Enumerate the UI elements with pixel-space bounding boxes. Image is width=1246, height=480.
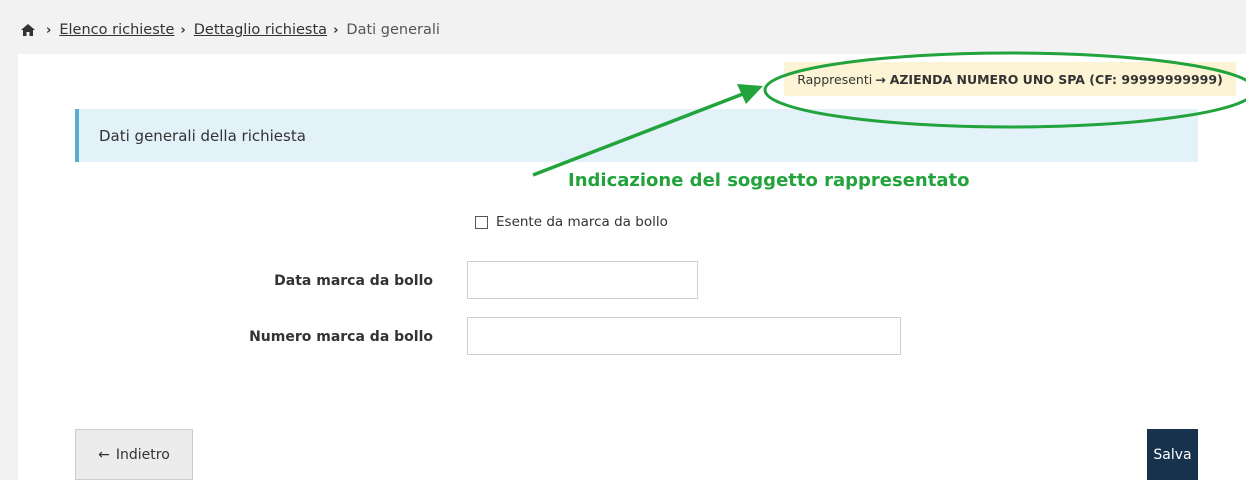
number-field-label: Numero marca da bollo — [249, 329, 433, 345]
back-button-label: Indietro — [115, 446, 170, 463]
chevron-right-icon: › — [180, 22, 186, 38]
represented-subject-badge: Rappresenti → AZIENDA NUMERO UNO SPA (CF… — [784, 62, 1236, 96]
chevron-right-icon: › — [46, 22, 52, 38]
breadcrumb-link-dettaglio-richiesta[interactable]: Dettaglio richiesta — [194, 22, 327, 38]
breadcrumb-current: Dati generali — [346, 22, 440, 38]
represented-entity: AZIENDA NUMERO UNO SPA (CF: 99999999999) — [889, 71, 1223, 87]
exempt-checkbox-label[interactable]: Esente da marca da bollo — [496, 214, 668, 230]
date-field-label: Data marca da bollo — [274, 273, 433, 289]
date-field[interactable] — [467, 261, 698, 299]
exempt-checkbox[interactable] — [475, 215, 488, 229]
section-title: Dati generali della richiesta — [99, 126, 306, 145]
section-header: Dati generali della richiesta — [75, 109, 1198, 162]
save-button-label: Salva — [1153, 446, 1192, 463]
chevron-right-icon: › — [333, 22, 339, 38]
breadcrumb: › Elenco richieste › Dettaglio richiesta… — [20, 22, 440, 38]
annotation-label: Indicazione del soggetto rappresentato — [568, 170, 970, 191]
back-button[interactable]: ← Indietro — [75, 429, 193, 480]
represents-label: Rappresenti — [797, 71, 873, 87]
arrow-left-icon: ← — [98, 446, 110, 463]
arrow-right-icon: → — [875, 71, 886, 87]
exempt-checkbox-row[interactable]: Esente da marca da bollo — [475, 214, 668, 230]
number-field[interactable] — [467, 317, 901, 355]
save-button[interactable]: Salva — [1147, 429, 1198, 480]
home-icon[interactable] — [20, 23, 36, 37]
breadcrumb-link-elenco-richieste[interactable]: Elenco richieste — [59, 22, 174, 38]
